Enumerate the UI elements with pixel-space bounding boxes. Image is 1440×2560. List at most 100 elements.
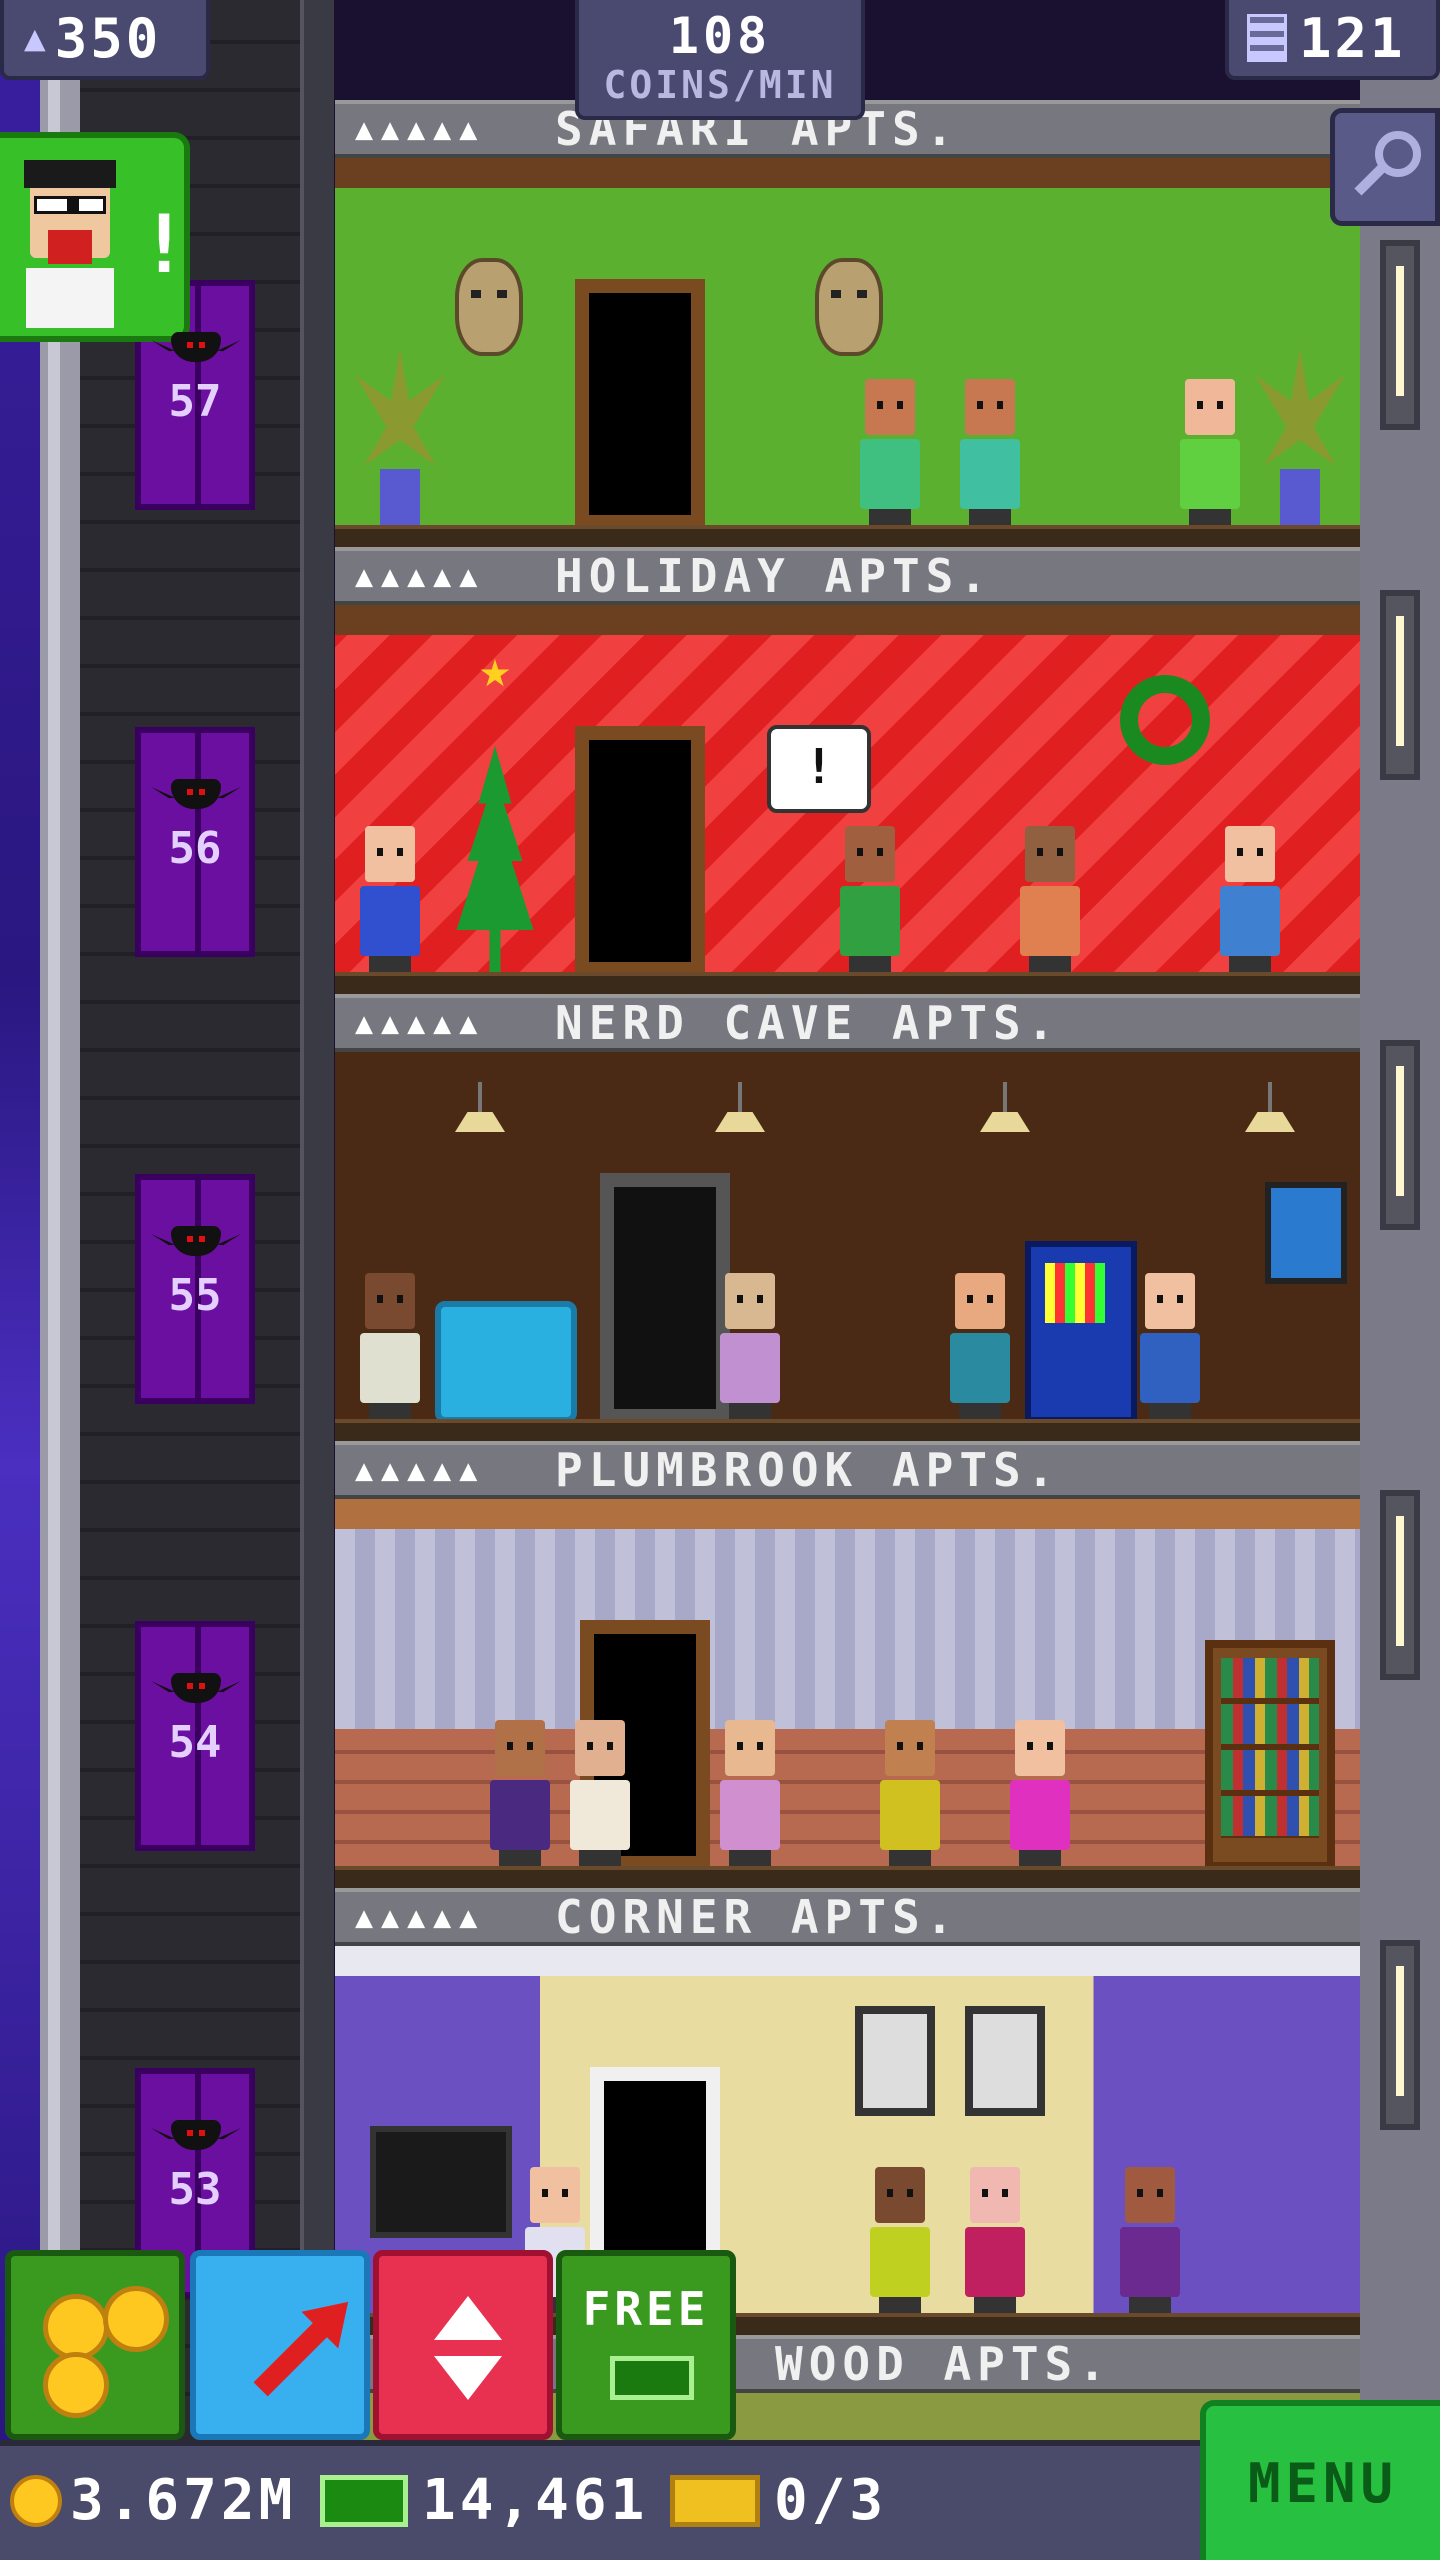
floor-nerd-cave[interactable]: ▲▲▲▲▲ NERD CAVE APTS. bbox=[335, 994, 1360, 1441]
floor-holiday[interactable]: ▲▲▲▲▲ HOLIDAY APTS. ! bbox=[335, 547, 1360, 994]
wall-poster bbox=[1265, 1182, 1347, 1284]
elevator-rail bbox=[300, 0, 334, 2440]
elevator-door-55[interactable]: 55 bbox=[135, 1174, 255, 1404]
resident[interactable] bbox=[1135, 1273, 1205, 1423]
coin-icon bbox=[103, 2286, 169, 2352]
resident-slots: ▲▲▲▲▲ bbox=[355, 1005, 486, 1041]
coins-rate-value: 108 bbox=[668, 7, 772, 65]
floor-safari[interactable]: ▲▲▲▲▲ SAFARI APTS. bbox=[335, 100, 1360, 547]
room-door bbox=[575, 279, 705, 529]
coins-balance[interactable]: 3.672M bbox=[10, 2468, 296, 2533]
resident[interactable] bbox=[715, 1273, 785, 1423]
elevator-floor-number: 55 bbox=[168, 1270, 222, 1321]
menu-label: MENU bbox=[1247, 2451, 1399, 2515]
room-interior: ! bbox=[335, 605, 1360, 994]
ticket-icon bbox=[670, 2474, 760, 2527]
floor-name: PLUMBROOK APTS. bbox=[555, 1443, 1061, 1497]
resident[interactable] bbox=[1175, 379, 1245, 529]
floor-name: WOOD APTS. bbox=[775, 2337, 1112, 2391]
tower-window bbox=[1380, 1490, 1420, 1680]
resident[interactable] bbox=[945, 1273, 1015, 1423]
vip-visitor-button[interactable]: ! bbox=[0, 132, 190, 342]
elevator-button[interactable] bbox=[373, 2250, 553, 2440]
tower-outer-wall bbox=[40, 0, 80, 2440]
floor-banner: ▲▲▲▲▲ NERD CAVE APTS. bbox=[335, 994, 1360, 1052]
coin-icon bbox=[10, 2474, 62, 2527]
person-icon: ▲ bbox=[24, 17, 49, 59]
room-interior bbox=[335, 1499, 1360, 1888]
floor-banner: ▲▲▲▲▲ PLUMBROOK APTS. bbox=[335, 1441, 1360, 1499]
coin-icon bbox=[43, 2352, 109, 2418]
elevator-icon bbox=[434, 2296, 502, 2340]
free-bux-button[interactable]: FREE bbox=[556, 2250, 736, 2440]
tower-window bbox=[1380, 1040, 1420, 1230]
floor-banner: ▲▲▲▲▲ CORNER APTS. bbox=[335, 1888, 1360, 1946]
elevator-floor-number: 56 bbox=[168, 823, 222, 874]
resident-slots: ▲▲▲▲▲ bbox=[355, 558, 486, 594]
resident-slots: ▲▲▲▲▲ bbox=[355, 1899, 486, 1935]
free-label: FREE bbox=[582, 2282, 710, 2336]
population-counter[interactable]: ▲ 350 bbox=[0, 0, 210, 80]
tribal-mask bbox=[815, 258, 883, 356]
arcade-machine bbox=[1025, 1241, 1137, 1423]
coins-rate-unit: COINS/MIN bbox=[603, 63, 837, 107]
tickets-value: 0/3 bbox=[774, 2468, 888, 2533]
resident[interactable] bbox=[1115, 2167, 1185, 2317]
sofa bbox=[435, 1301, 577, 1423]
bux-icon bbox=[610, 2356, 694, 2400]
floor-name: CORNER APTS. bbox=[555, 1890, 960, 1944]
coins-per-minute: 108 COINS/MIN bbox=[575, 0, 865, 120]
tower-window bbox=[1380, 1940, 1420, 2130]
resident[interactable] bbox=[865, 2167, 935, 2317]
resident[interactable] bbox=[565, 1720, 635, 1870]
bux-icon bbox=[320, 2474, 408, 2527]
resident-slots: ▲▲▲▲▲ bbox=[355, 111, 486, 147]
tower-window bbox=[1380, 590, 1420, 780]
resident[interactable] bbox=[1015, 826, 1085, 976]
menu-button[interactable]: MENU bbox=[1200, 2400, 1440, 2560]
night-sky bbox=[0, 0, 40, 2440]
tower-window bbox=[1380, 240, 1420, 430]
floor-banner: ▲▲▲▲▲ HOLIDAY APTS. bbox=[335, 547, 1360, 605]
resident[interactable] bbox=[355, 1273, 425, 1423]
resident[interactable] bbox=[835, 826, 905, 976]
floor-plumbrook[interactable]: ▲▲▲▲▲ PLUMBROOK APTS. bbox=[335, 1441, 1360, 1888]
bat-icon bbox=[151, 332, 241, 362]
floor-counter[interactable]: 121 bbox=[1225, 0, 1440, 80]
resident[interactable] bbox=[960, 2167, 1030, 2317]
resident[interactable] bbox=[1005, 1720, 1075, 1870]
elevator-floor-number: 54 bbox=[168, 1717, 222, 1768]
floor-count-value: 121 bbox=[1299, 6, 1406, 70]
resident[interactable] bbox=[855, 379, 925, 529]
tickets-balance[interactable]: 0/3 bbox=[670, 2468, 887, 2533]
bookshelf bbox=[1205, 1640, 1335, 1870]
search-button[interactable] bbox=[1330, 108, 1440, 226]
television bbox=[370, 2126, 512, 2238]
resident[interactable] bbox=[1215, 826, 1285, 976]
bux-balance[interactable]: 14,461 bbox=[320, 2468, 648, 2533]
resident[interactable] bbox=[715, 1720, 785, 1870]
resident-slots: ▲▲▲▲▲ bbox=[355, 1452, 486, 1488]
resident[interactable] bbox=[875, 1720, 945, 1870]
building-icon bbox=[1247, 14, 1287, 62]
elevator-floor-number: 57 bbox=[168, 376, 222, 427]
coin-icon bbox=[43, 2294, 109, 2360]
coins-button[interactable] bbox=[5, 2250, 185, 2440]
bat-icon bbox=[151, 1226, 241, 1256]
wreath-icon bbox=[1120, 675, 1210, 765]
elevator-door-54[interactable]: 54 bbox=[135, 1621, 255, 1851]
room-door bbox=[575, 726, 705, 976]
alert-icon: ! bbox=[140, 198, 189, 291]
alert-bubble[interactable]: ! bbox=[767, 725, 871, 813]
floor-name: NERD CAVE APTS. bbox=[555, 996, 1061, 1050]
raise-floor-button[interactable] bbox=[190, 2250, 370, 2440]
elevator-door-56[interactable]: 56 bbox=[135, 727, 255, 957]
resident[interactable] bbox=[355, 826, 425, 976]
elevator-floor-number: 53 bbox=[168, 2164, 222, 2215]
resident[interactable] bbox=[485, 1720, 555, 1870]
floor-name: HOLIDAY APTS. bbox=[555, 549, 994, 603]
resident[interactable] bbox=[955, 379, 1025, 529]
population-value: 350 bbox=[54, 6, 162, 70]
bat-icon bbox=[151, 2120, 241, 2150]
bat-icon bbox=[151, 1673, 241, 1703]
